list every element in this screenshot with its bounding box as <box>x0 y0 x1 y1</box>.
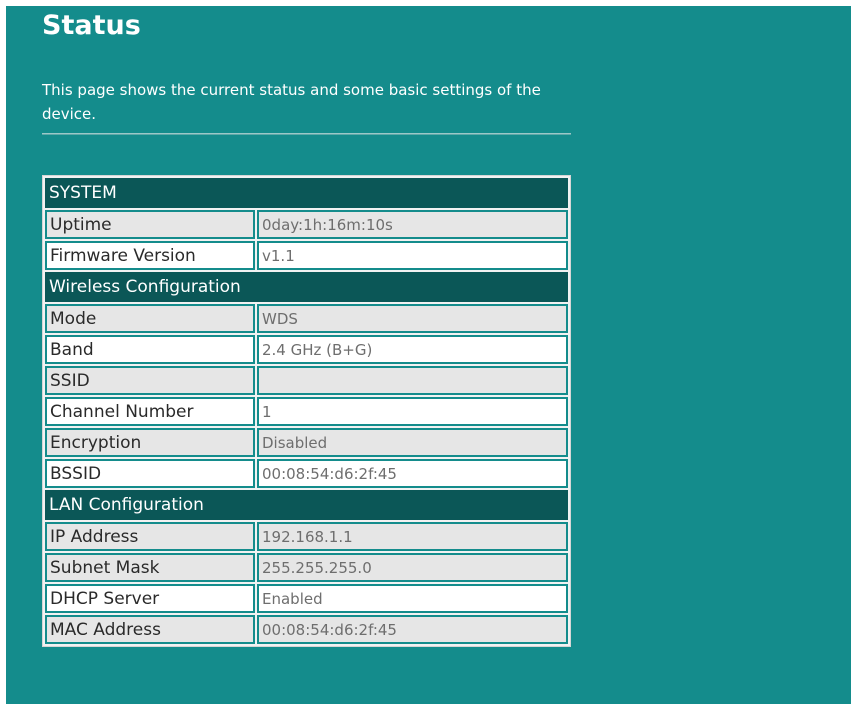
mode-label: Mode <box>45 304 255 333</box>
ip-address-value: 192.168.1.1 <box>257 522 568 551</box>
table-row-mode: Mode WDS <box>45 304 568 333</box>
table-row-subnet: Subnet Mask 255.255.255.0 <box>45 553 568 582</box>
firmware-version-label: Firmware Version <box>45 241 255 270</box>
page-description: This page shows the current status and s… <box>42 81 541 123</box>
uptime-label: Uptime <box>45 210 255 239</box>
table-row-mac: MAC Address 00:08:54:d6:2f:45 <box>45 615 568 644</box>
status-page: Status This page shows the current statu… <box>6 6 851 704</box>
table-row-encryption: Encryption Disabled <box>45 428 568 457</box>
table-row-bssid: BSSID 00:08:54:d6:2f:45 <box>45 459 568 488</box>
table-row-ssid: SSID <box>45 366 568 395</box>
table-row-band: Band 2.4 GHz (B+G) <box>45 335 568 364</box>
encryption-label: Encryption <box>45 428 255 457</box>
table-row-ip: IP Address 192.168.1.1 <box>45 522 568 551</box>
dhcp-server-label: DHCP Server <box>45 584 255 613</box>
ip-address-label: IP Address <box>45 522 255 551</box>
channel-number-value: 1 <box>257 397 568 426</box>
subnet-mask-label: Subnet Mask <box>45 553 255 582</box>
mac-address-value: 00:08:54:d6:2f:45 <box>257 615 568 644</box>
bssid-label: BSSID <box>45 459 255 488</box>
table-row-dhcp: DHCP Server Enabled <box>45 584 568 613</box>
status-table: SYSTEM Uptime 0day:1h:16m:10s Firmware V… <box>42 175 571 647</box>
table-row-firmware: Firmware Version v1.1 <box>45 241 568 270</box>
mac-address-label: MAC Address <box>45 615 255 644</box>
table-row-channel: Channel Number 1 <box>45 397 568 426</box>
bssid-value: 00:08:54:d6:2f:45 <box>257 459 568 488</box>
encryption-value: Disabled <box>257 428 568 457</box>
subnet-mask-value: 255.255.255.0 <box>257 553 568 582</box>
uptime-value: 0day:1h:16m:10s <box>257 210 568 239</box>
ssid-value <box>257 366 568 395</box>
section-header-lan: LAN Configuration <box>45 490 568 520</box>
mode-value: WDS <box>257 304 568 333</box>
ssid-label: SSID <box>45 366 255 395</box>
channel-number-label: Channel Number <box>45 397 255 426</box>
band-value: 2.4 GHz (B+G) <box>257 335 568 364</box>
divider <box>42 133 571 135</box>
section-header-system: SYSTEM <box>45 178 568 208</box>
dhcp-server-value: Enabled <box>257 584 568 613</box>
section-header-wireless: Wireless Configuration <box>45 272 568 302</box>
page-title: Status <box>42 10 141 41</box>
table-row-uptime: Uptime 0day:1h:16m:10s <box>45 210 568 239</box>
firmware-version-value: v1.1 <box>257 241 568 270</box>
band-label: Band <box>45 335 255 364</box>
